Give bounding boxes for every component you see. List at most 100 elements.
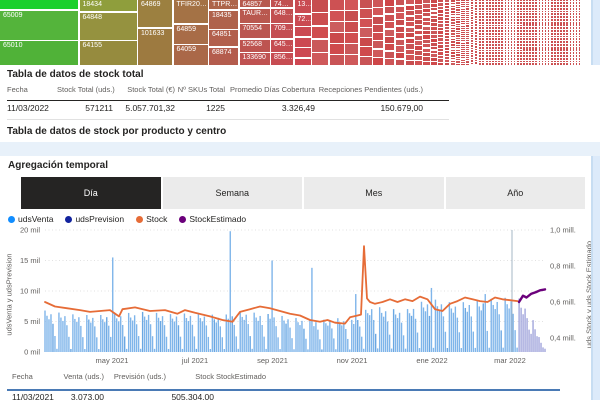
treemap-cell[interactable] (479, 33, 481, 34)
treemap-cell[interactable] (475, 58, 477, 59)
treemap-cell[interactable] (456, 2, 460, 3)
treemap-cell[interactable] (431, 39, 437, 42)
treemap-cell[interactable] (423, 22, 429, 25)
treemap-cell[interactable] (471, 20, 474, 21)
treemap-cell[interactable] (461, 49, 464, 50)
treemap-cell[interactable] (431, 58, 437, 61)
treemap-cell[interactable] (461, 6, 464, 7)
treemap-cell[interactable] (423, 4, 429, 7)
treemap-cell[interactable] (471, 18, 474, 19)
treemap-cell[interactable] (475, 11, 477, 12)
treemap-cell[interactable] (475, 27, 477, 28)
treemap-cell[interactable] (438, 52, 443, 54)
treemap-cell[interactable]: 18434 (80, 0, 137, 11)
treemap-cell[interactable] (479, 64, 481, 65)
treemap-cell[interactable]: 709… (271, 24, 293, 38)
treemap-cell[interactable] (445, 12, 450, 14)
treemap-cell[interactable] (445, 21, 450, 23)
treemap-cell[interactable] (475, 49, 477, 50)
treemap-cell[interactable] (471, 31, 474, 32)
treemap-cell[interactable] (438, 38, 443, 40)
treemap-cell[interactable] (471, 48, 474, 49)
treemap-cell[interactable] (479, 38, 481, 39)
treemap-cell[interactable] (539, 64, 541, 65)
treemap-cell[interactable] (482, 23, 484, 24)
treemap-cell[interactable]: 64851 (209, 30, 238, 46)
table-cell[interactable] (216, 392, 280, 400)
treemap-cell[interactable] (438, 17, 443, 19)
treemap-cell[interactable] (466, 21, 469, 22)
treemap-cell[interactable] (482, 20, 484, 21)
treemap-cell[interactable] (471, 60, 474, 61)
treemap-cell[interactable] (423, 31, 429, 34)
treemap-cell[interactable] (466, 2, 469, 3)
treemap-cell[interactable] (511, 64, 513, 65)
treemap-cell[interactable] (406, 61, 414, 65)
treemap-cell[interactable] (479, 34, 481, 35)
treemap-cell[interactable] (557, 64, 559, 65)
treemap-cell[interactable] (466, 13, 469, 14)
treemap-cell[interactable] (415, 10, 422, 14)
treemap-cell[interactable] (312, 27, 328, 39)
treemap-cell[interactable] (406, 39, 414, 43)
treemap-cell[interactable] (451, 52, 455, 54)
treemap-cell[interactable] (479, 19, 481, 20)
treemap-cell[interactable] (482, 34, 484, 35)
treemap-cell[interactable] (508, 64, 510, 65)
treemap-cell[interactable] (373, 41, 383, 48)
treemap-cell[interactable] (471, 55, 474, 56)
treemap-cell[interactable] (438, 24, 443, 26)
treemap-cell[interactable] (431, 19, 437, 22)
treemap-cell[interactable] (471, 30, 474, 31)
bottom-table-data-row[interactable]: 11/03/20213.073,00505.304,00 (12, 392, 280, 400)
treemap-cell[interactable] (406, 0, 414, 4)
treemap-cell[interactable] (385, 7, 394, 13)
treemap-cell[interactable] (475, 24, 477, 25)
treemap-cell[interactable] (431, 31, 437, 34)
treemap-cell[interactable] (295, 27, 311, 36)
treemap-cell[interactable] (415, 51, 422, 55)
treemap-cell[interactable] (438, 31, 443, 33)
treemap-cell[interactable] (461, 38, 464, 39)
treemap-cell[interactable] (479, 17, 481, 18)
treemap-cell[interactable] (461, 60, 464, 61)
treemap-cell[interactable] (373, 25, 383, 32)
column-header[interactable]: Stock Total (€)▲ (115, 85, 177, 99)
treemap-cell[interactable] (415, 20, 422, 24)
treemap-cell[interactable] (406, 44, 414, 48)
treemap-cell[interactable]: 13… (295, 0, 311, 13)
treemap-cell[interactable] (330, 22, 344, 32)
treemap-cell[interactable] (438, 28, 443, 30)
legend-item-udsprevision[interactable]: udsPrevision (65, 214, 124, 224)
treemap-cell[interactable] (482, 58, 484, 59)
treemap-cell[interactable] (456, 64, 460, 65)
treemap-cell[interactable] (482, 61, 484, 62)
treemap-cell[interactable] (471, 27, 474, 28)
treemap-cell[interactable] (482, 30, 484, 31)
treemap-cell[interactable] (445, 24, 450, 26)
treemap-cell[interactable] (438, 49, 443, 51)
treemap-cell[interactable] (423, 40, 429, 43)
treemap-cell[interactable] (466, 26, 469, 27)
treemap-cell[interactable] (482, 14, 484, 15)
treemap-cell[interactable] (475, 63, 477, 64)
treemap-cell[interactable] (471, 35, 474, 36)
treemap-cell[interactable] (479, 22, 481, 23)
treemap-cell[interactable] (438, 0, 443, 2)
treemap-cell[interactable] (471, 15, 474, 16)
treemap-cell[interactable] (445, 60, 450, 62)
treemap-cell[interactable] (479, 58, 481, 59)
treemap-cell[interactable] (415, 0, 422, 4)
treemap-cell[interactable] (461, 23, 464, 24)
treemap-cell[interactable] (479, 63, 481, 64)
table-cell[interactable]: 11/03/2022 (7, 103, 57, 118)
treemap-cell[interactable] (461, 17, 464, 18)
treemap-cell[interactable]: 64857 (240, 0, 270, 7)
treemap-cell[interactable] (466, 23, 469, 24)
treemap-cell[interactable] (456, 24, 460, 25)
tab-año[interactable]: Año (446, 177, 586, 209)
treemap-cell[interactable] (456, 54, 460, 55)
treemap-cell[interactable] (466, 43, 469, 44)
treemap-cell[interactable]: 64869 (138, 0, 172, 27)
column-header[interactable]: Promedio Días Cobertura (227, 85, 317, 99)
